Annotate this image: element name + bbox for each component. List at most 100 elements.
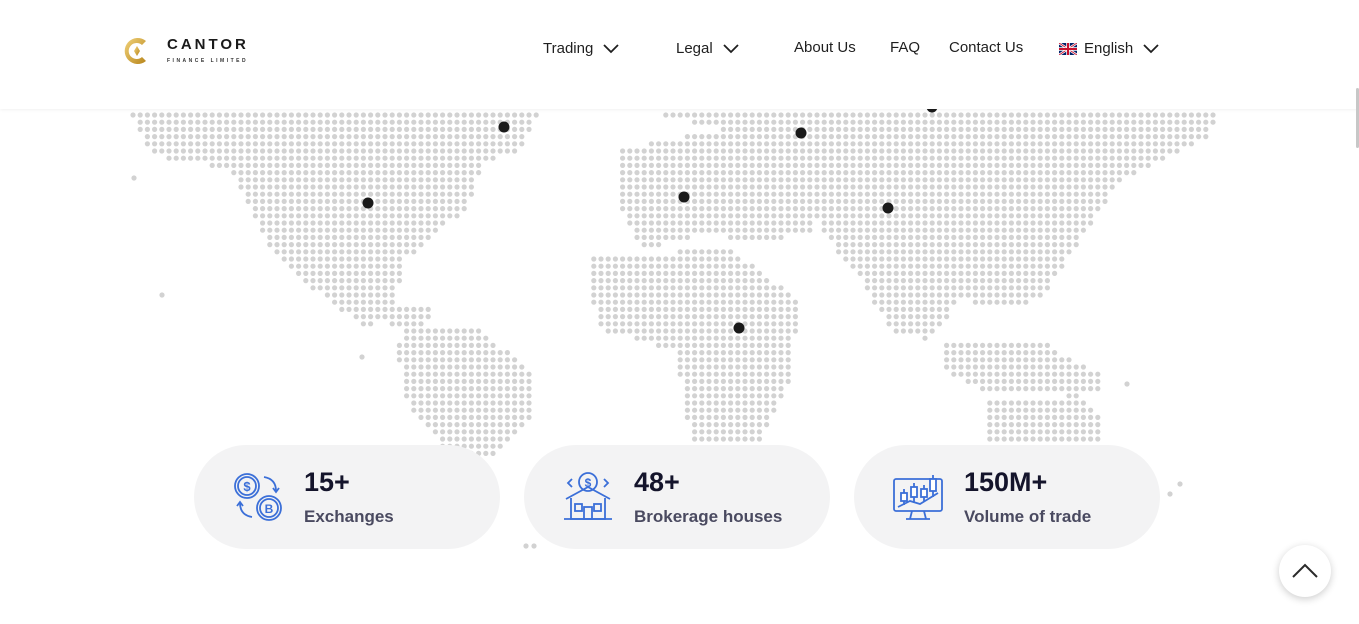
map-dot [490, 119, 496, 125]
map-dot [699, 400, 705, 406]
map-dot [742, 119, 748, 125]
map-dot [332, 213, 338, 219]
map-dot [303, 155, 309, 161]
map-dot [1131, 112, 1137, 118]
map-dot [1037, 414, 1043, 420]
map-dot [951, 191, 957, 197]
map-dot [296, 191, 302, 197]
map-dot [958, 285, 964, 291]
map-dot [382, 126, 388, 132]
nav-trading-label: Trading [543, 40, 594, 57]
stat-label: Exchanges [304, 507, 394, 526]
map-dot [648, 306, 655, 312]
map-dot [144, 134, 150, 140]
map-dot [965, 234, 971, 240]
map-dot [605, 278, 611, 284]
language-label: English [1084, 40, 1134, 57]
map-dot [497, 141, 503, 147]
page-scrollbar[interactable] [1355, 0, 1359, 624]
map-dot [440, 213, 446, 219]
map-dot [656, 141, 662, 147]
map-dot [764, 321, 770, 327]
nav-trading[interactable]: Trading [543, 40, 619, 57]
brand-logo[interactable]: CANTOR FINANCE LIMITED [122, 35, 249, 67]
map-dot [735, 306, 741, 312]
map-dot [936, 234, 943, 240]
map-dot [281, 206, 287, 212]
map-dot [843, 155, 849, 161]
map-dot [742, 155, 748, 161]
map-dot [857, 270, 863, 276]
map-dot [375, 278, 381, 284]
map-dot [663, 184, 669, 190]
map-dot [720, 429, 727, 435]
map-dot [814, 191, 820, 197]
map-dot [864, 220, 871, 226]
map-dot [1023, 148, 1029, 154]
nav-legal[interactable]: Legal [676, 40, 739, 57]
map-dot [785, 335, 791, 341]
map-dot [1073, 213, 1079, 219]
map-dot [728, 386, 734, 392]
map-dot [1044, 191, 1050, 197]
map-dot [951, 134, 957, 140]
map-dot [728, 371, 734, 377]
map-dot [1044, 400, 1050, 406]
map-dot [288, 148, 294, 154]
map-dot [792, 321, 799, 327]
map-dot [1131, 141, 1137, 147]
map-dot [288, 162, 294, 168]
map-dot [684, 213, 691, 219]
map-dot [353, 184, 359, 190]
nav-about[interactable]: About Us [794, 39, 856, 56]
map-dot [404, 242, 410, 248]
map-dot [648, 335, 655, 341]
map-dot [346, 184, 352, 190]
map-dot [1001, 112, 1007, 118]
nav-faq[interactable]: FAQ [890, 39, 920, 56]
nav-contact[interactable]: Contact Us [949, 39, 1023, 56]
map-dot [1016, 364, 1022, 370]
map-dot [382, 292, 388, 298]
map-dot [893, 134, 899, 140]
map-dot [396, 278, 402, 284]
map-dot [677, 155, 683, 161]
map-dot [216, 126, 222, 132]
map-dot [692, 386, 698, 392]
map-dot [857, 198, 863, 204]
map-dot [634, 299, 640, 305]
map-dot [332, 285, 338, 291]
map-dot [972, 119, 979, 125]
map-dot [972, 270, 979, 276]
language-selector[interactable]: English [1059, 40, 1159, 57]
map-dot [432, 364, 438, 370]
map-dot [756, 292, 763, 298]
map-dot [742, 314, 748, 320]
map-dot [764, 292, 770, 298]
map-dot [641, 227, 647, 233]
map-dot [742, 170, 748, 176]
map-dot [836, 198, 842, 204]
map-dot [260, 220, 266, 226]
back-to-top-button[interactable] [1279, 545, 1331, 597]
map-dot [1030, 141, 1036, 147]
map-dot [843, 227, 849, 233]
nav-about-label: About Us [794, 39, 856, 56]
map-dot [958, 198, 964, 204]
map-dot [1059, 378, 1065, 384]
map-dot [756, 162, 763, 168]
map-dot [634, 285, 640, 291]
map-dot [1059, 227, 1065, 233]
map-dot [339, 227, 345, 233]
svg-text:$: $ [243, 479, 251, 494]
map-dot [1052, 350, 1058, 356]
map-dot [526, 386, 532, 392]
map-dot [418, 112, 424, 118]
map-dot [1037, 364, 1043, 370]
map-dot [353, 206, 359, 212]
map-dot [699, 278, 705, 284]
stat-card-brokerage: $ 48+ Brokerage houses [524, 445, 830, 549]
map-dot [389, 270, 395, 276]
map-dot [893, 234, 899, 240]
map-dot [1160, 119, 1166, 125]
